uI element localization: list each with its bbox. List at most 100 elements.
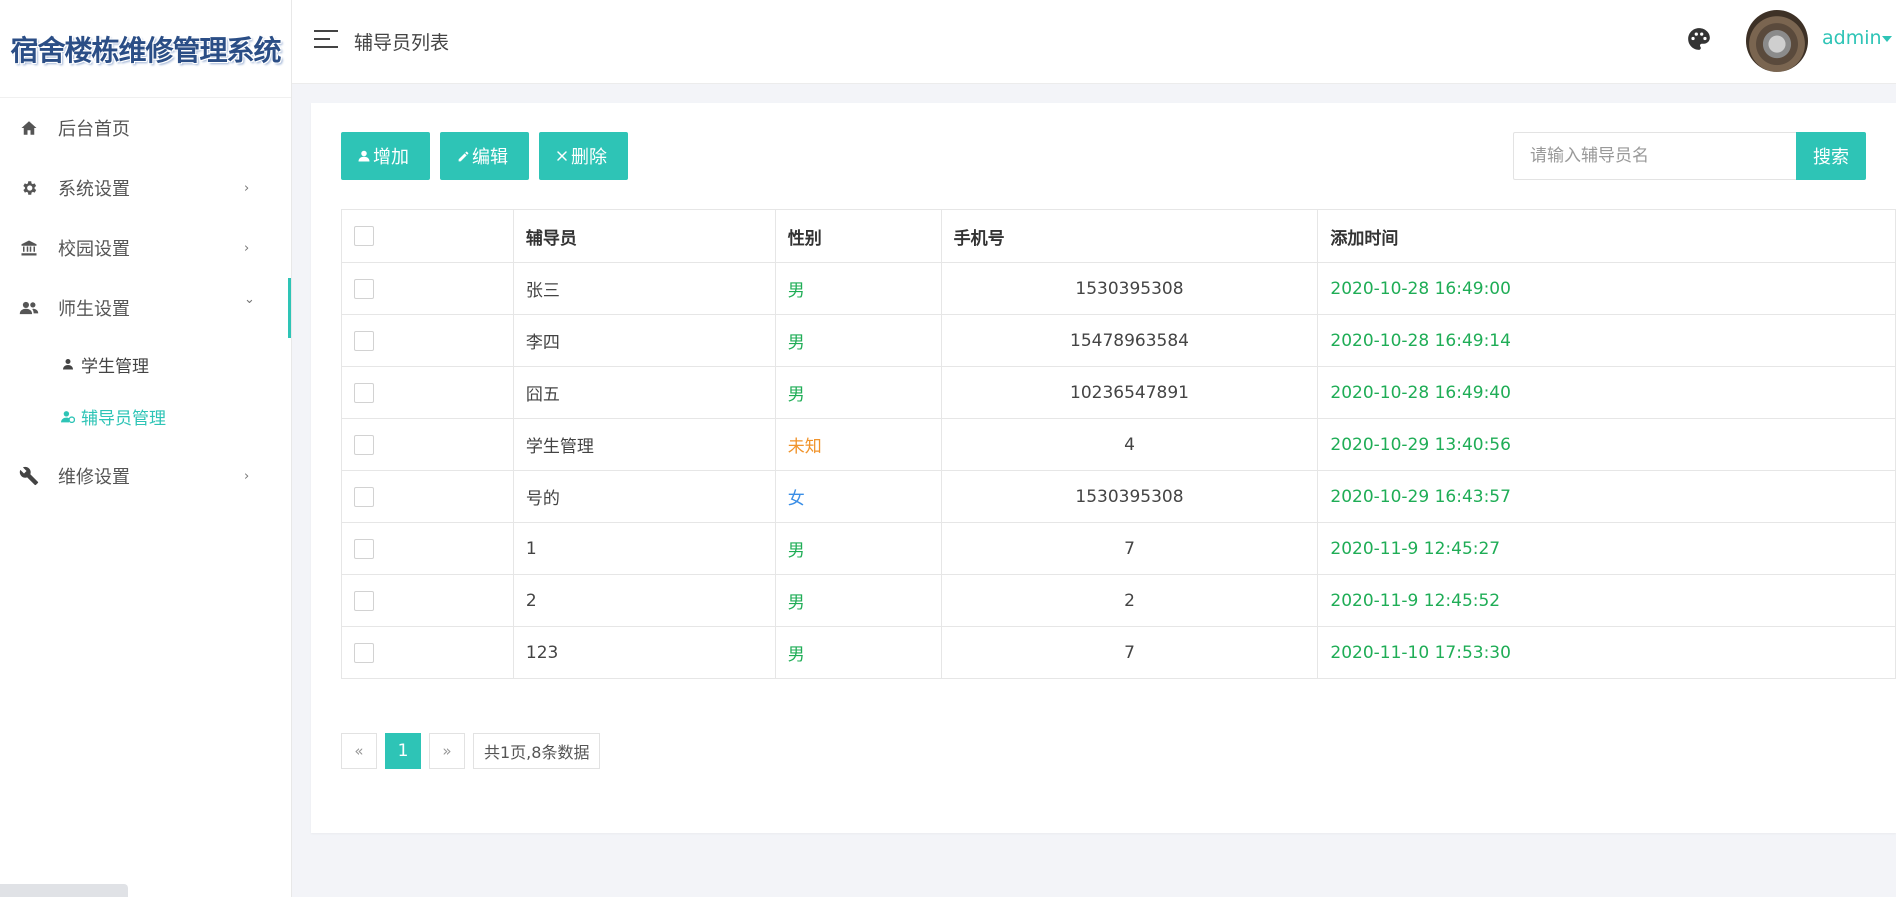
palette-icon[interactable] [1686,26,1712,52]
cell-time: 2020-10-29 16:43:57 [1317,470,1896,523]
row-checkbox[interactable] [354,434,374,455]
table-header-row: 辅导员 性别 手机号 添加时间 [341,209,1896,263]
cell-time: 2020-10-28 16:49:00 [1317,262,1896,315]
row-checkbox[interactable] [354,330,374,351]
add-button[interactable]: 增加 [341,132,430,180]
bank-icon [18,237,40,259]
page-title: 辅导员列表 [354,32,450,54]
user-icon [357,149,371,163]
row-select-cell [341,366,514,419]
pencil-icon [456,149,470,163]
sidebar-item-teacher-student-settings[interactable]: 师生设置 ⌄ [0,278,291,338]
chevron-down-icon: ⌄ [244,292,255,307]
cell-gender: 男 [774,314,942,367]
row-select-cell [341,262,514,315]
user-icon [60,356,76,372]
cell-gender: 未知 [774,418,942,471]
sidebar-item-label: 系统设置 [58,179,130,200]
sidebar: 宿舍楼栋维修管理系统 后台首页 系统设置 › 校园设置 › 师生设置 ⌄ 学生管… [0,0,292,897]
cell-phone: 1530395308 [940,262,1319,315]
next-page-button[interactable]: » [429,733,465,769]
cell-gender: 男 [774,522,942,575]
avatar[interactable] [1746,10,1808,72]
row-select-cell [341,418,514,471]
status-strip [0,884,128,897]
menu-toggle-icon[interactable] [314,30,338,50]
chevron-right-icon: › [244,468,250,484]
cell-name: 号的 [512,470,776,523]
counselor-table: 辅导员 性别 手机号 添加时间 张三 男 1530395308 2020-10-… [341,209,1896,679]
sidebar-item-campus-settings[interactable]: 校园设置 › [0,218,291,278]
cell-gender: 男 [774,366,942,419]
table-row[interactable]: 张三 男 1530395308 2020-10-28 16:49:00 [341,262,1896,315]
top-bar: 辅导员列表 admin [292,0,1896,84]
edit-button[interactable]: 编辑 [440,132,529,180]
page-button-current[interactable]: 1 [385,733,421,769]
row-select-cell [341,522,514,575]
cell-time: 2020-11-10 17:53:30 [1317,626,1896,679]
chevron-right-icon: › [244,240,250,256]
cell-time: 2020-11-9 12:45:52 [1317,574,1896,627]
table-row[interactable]: 1 男 7 2020-11-9 12:45:27 [341,522,1896,575]
cell-name: 2 [512,574,776,627]
table-row[interactable]: 学生管理 未知 4 2020-10-29 13:40:56 [341,418,1896,471]
sidebar-subitem-student-management[interactable]: 学生管理 [0,338,291,390]
cell-time: 2020-10-28 16:49:40 [1317,366,1896,419]
row-checkbox[interactable] [354,278,374,299]
sidebar-item-label: 维修设置 [58,467,130,488]
cell-phone: 1530395308 [940,470,1319,523]
row-select-cell [341,626,514,679]
cell-phone: 4 [940,418,1319,471]
sidebar-item-label: 师生设置 [58,299,130,320]
table-row[interactable]: 囧五 男 10236547891 2020-10-28 16:49:40 [341,366,1896,419]
delete-button[interactable]: 删除 [539,132,628,180]
sidebar-item-label: 校园设置 [58,239,130,260]
search-input[interactable] [1513,132,1796,180]
app-logo: 宿舍楼栋维修管理系统 [0,0,291,98]
row-checkbox[interactable] [354,590,374,611]
row-select-cell [341,314,514,367]
column-header-gender[interactable]: 性别 [774,209,942,263]
cell-phone: 7 [940,626,1319,679]
sidebar-item-repair-settings[interactable]: 维修设置 › [0,446,291,506]
sidebar-subitem-counselor-management[interactable]: 辅导员管理 [0,390,291,442]
table-row[interactable]: 123 男 7 2020-11-10 17:53:30 [341,626,1896,679]
cell-phone: 10236547891 [940,366,1319,419]
select-all-cell [341,209,514,263]
cell-phone: 2 [940,574,1319,627]
sidebar-item-home[interactable]: 后台首页 [0,98,291,158]
row-checkbox[interactable] [354,642,374,663]
prev-page-button[interactable]: « [341,733,377,769]
user-menu[interactable]: admin [1822,27,1882,49]
cell-name: 1 [512,522,776,575]
table-row[interactable]: 2 男 2 2020-11-9 12:45:52 [341,574,1896,627]
select-all-checkbox[interactable] [354,226,374,246]
sidebar-item-label: 后台首页 [58,119,130,140]
cell-gender: 男 [774,262,942,315]
table-row[interactable]: 李四 男 15478963584 2020-10-28 16:49:14 [341,314,1896,367]
cell-name: 123 [512,626,776,679]
delete-button-label: 删除 [571,147,607,168]
row-checkbox[interactable] [354,538,374,559]
pagination: « 1 » 共1页,8条数据 [341,733,608,769]
column-header-time[interactable]: 添加时间 [1317,209,1896,263]
add-button-label: 增加 [373,147,409,168]
cell-gender: 男 [774,574,942,627]
search-button[interactable]: 搜索 [1796,132,1866,180]
cell-gender: 女 [774,470,942,523]
row-checkbox[interactable] [354,486,374,507]
column-header-name[interactable]: 辅导员 [512,209,776,263]
caret-down-icon[interactable] [1882,36,1892,42]
table-row[interactable]: 号的 女 1530395308 2020-10-29 16:43:57 [341,470,1896,523]
cell-time: 2020-10-29 13:40:56 [1317,418,1896,471]
row-checkbox[interactable] [354,382,374,403]
cell-name: 学生管理 [512,418,776,471]
column-header-phone[interactable]: 手机号 [940,209,1319,263]
cell-phone: 7 [940,522,1319,575]
cell-phone: 15478963584 [940,314,1319,367]
gear-icon [18,177,40,199]
sidebar-item-system-settings[interactable]: 系统设置 › [0,158,291,218]
users-icon [18,297,40,319]
cell-gender: 男 [774,626,942,679]
chevron-right-icon: › [244,180,250,196]
